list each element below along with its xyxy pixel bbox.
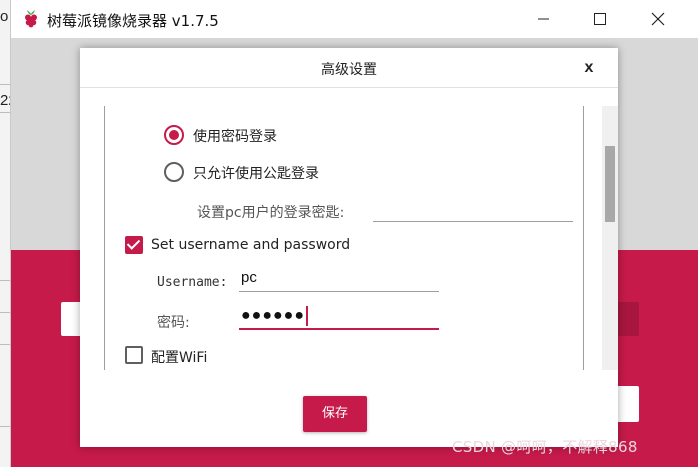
dialog-title: 高级设置	[321, 62, 377, 78]
password-login-radio[interactable]	[164, 125, 184, 145]
dialog-close-button[interactable]: x	[578, 57, 600, 79]
text-caret	[305, 306, 308, 327]
watermark-text: CSDN @呵呵，不解释868	[452, 438, 638, 456]
minimize-button[interactable]	[521, 0, 567, 38]
scrollbar-thumb[interactable]	[605, 146, 615, 222]
title-bar[interactable]: 树莓派镜像烧录器 v1.7.5	[11, 0, 698, 38]
pubkey-login-radio[interactable]	[164, 162, 184, 182]
password-value: ●●●●●●	[241, 307, 305, 324]
configure-wifi-checkbox[interactable]	[125, 346, 143, 364]
pubkey-login-label: 只允许使用公匙登录	[193, 166, 319, 182]
settings-scroll-area[interactable]: 使用密码登录 只允许使用公匙登录 设置pc用户的登录密匙: Set userna…	[104, 106, 584, 370]
window-title: 树莓派镜像烧录器 v1.7.5	[47, 12, 219, 30]
raspberry-icon	[25, 10, 37, 28]
username-input[interactable]: pc	[239, 266, 439, 292]
pubkey-field-label: 设置pc用户的登录密匙:	[197, 205, 345, 221]
background-text-fragment: o	[0, 8, 9, 25]
pubkey-input[interactable]	[373, 196, 573, 222]
username-label: Username:	[157, 275, 228, 290]
password-login-label: 使用密码登录	[193, 129, 277, 145]
configure-wifi-label: 配置WiFi	[151, 350, 208, 366]
password-label: 密码:	[157, 315, 190, 331]
vertical-scrollbar[interactable]	[602, 106, 618, 370]
maximize-button[interactable]	[577, 0, 623, 38]
close-window-button[interactable]	[635, 0, 681, 38]
set-username-label: Set username and password	[151, 237, 351, 253]
set-username-checkbox[interactable]	[125, 236, 143, 254]
password-input[interactable]: ●●●●●●	[239, 304, 439, 330]
save-button[interactable]: 保存	[303, 396, 367, 432]
close-icon	[651, 12, 665, 26]
maximize-icon	[594, 13, 606, 25]
advanced-settings-dialog: 高级设置 x 使用密码登录 只允许使用公匙登录 设置pc用户的登录密匙: Set…	[80, 48, 618, 447]
minimize-icon	[538, 18, 549, 20]
dialog-header: 高级设置 x	[80, 48, 618, 88]
